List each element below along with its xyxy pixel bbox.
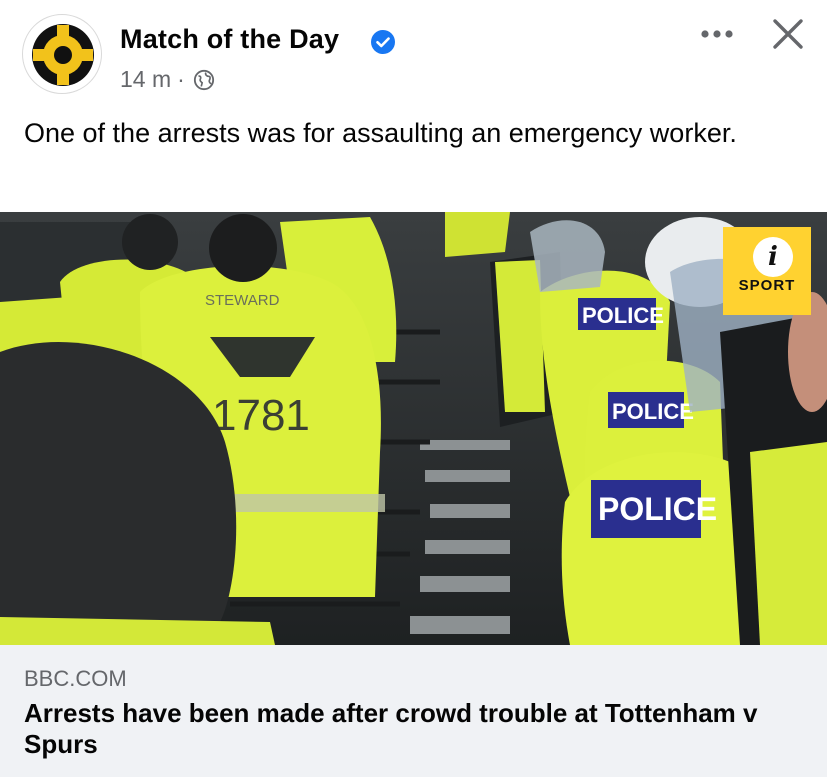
info-icon-letter: i xyxy=(768,242,778,272)
close-icon[interactable] xyxy=(768,14,808,54)
stadium-photo: STEWARD 1781 POLICE POLICE POLICE xyxy=(0,212,827,645)
police-label-3: POLICE xyxy=(598,491,717,527)
jacket-number: 1781 xyxy=(212,391,310,440)
info-icon[interactable]: i xyxy=(753,237,793,277)
link-preview-image[interactable]: STEWARD 1781 POLICE POLICE POLICE i SPOR… xyxy=(0,212,827,645)
globe-icon xyxy=(193,69,214,90)
link-domain: BBC.COM xyxy=(24,666,127,691)
more-options-icon[interactable] xyxy=(695,18,739,50)
verified-badge-icon xyxy=(371,30,395,54)
match-of-the-day-logo xyxy=(32,24,94,86)
police-label-1: POLICE xyxy=(582,303,664,328)
badge-sport-text: SPORT xyxy=(738,277,796,294)
post-timestamp[interactable]: 14 m xyxy=(120,66,171,93)
meta-separator: · xyxy=(177,66,185,92)
page-name[interactable]: Match of the Day xyxy=(120,24,339,55)
police-label-2: POLICE xyxy=(612,399,694,424)
post-caption: One of the arrests was for assaulting an… xyxy=(24,118,737,148)
post-header: Match of the Day 14 m · xyxy=(0,0,827,110)
post-meta: 14 m · xyxy=(120,66,215,93)
bbc-sport-badge[interactable]: i SPORT xyxy=(723,227,811,315)
page-avatar[interactable] xyxy=(22,14,102,94)
steward-print: STEWARD xyxy=(205,292,280,309)
link-preview-footer[interactable]: BBC.COM Arrests have been made after cro… xyxy=(0,645,827,777)
link-headline[interactable]: Arrests have been made after crowd troub… xyxy=(24,698,814,760)
